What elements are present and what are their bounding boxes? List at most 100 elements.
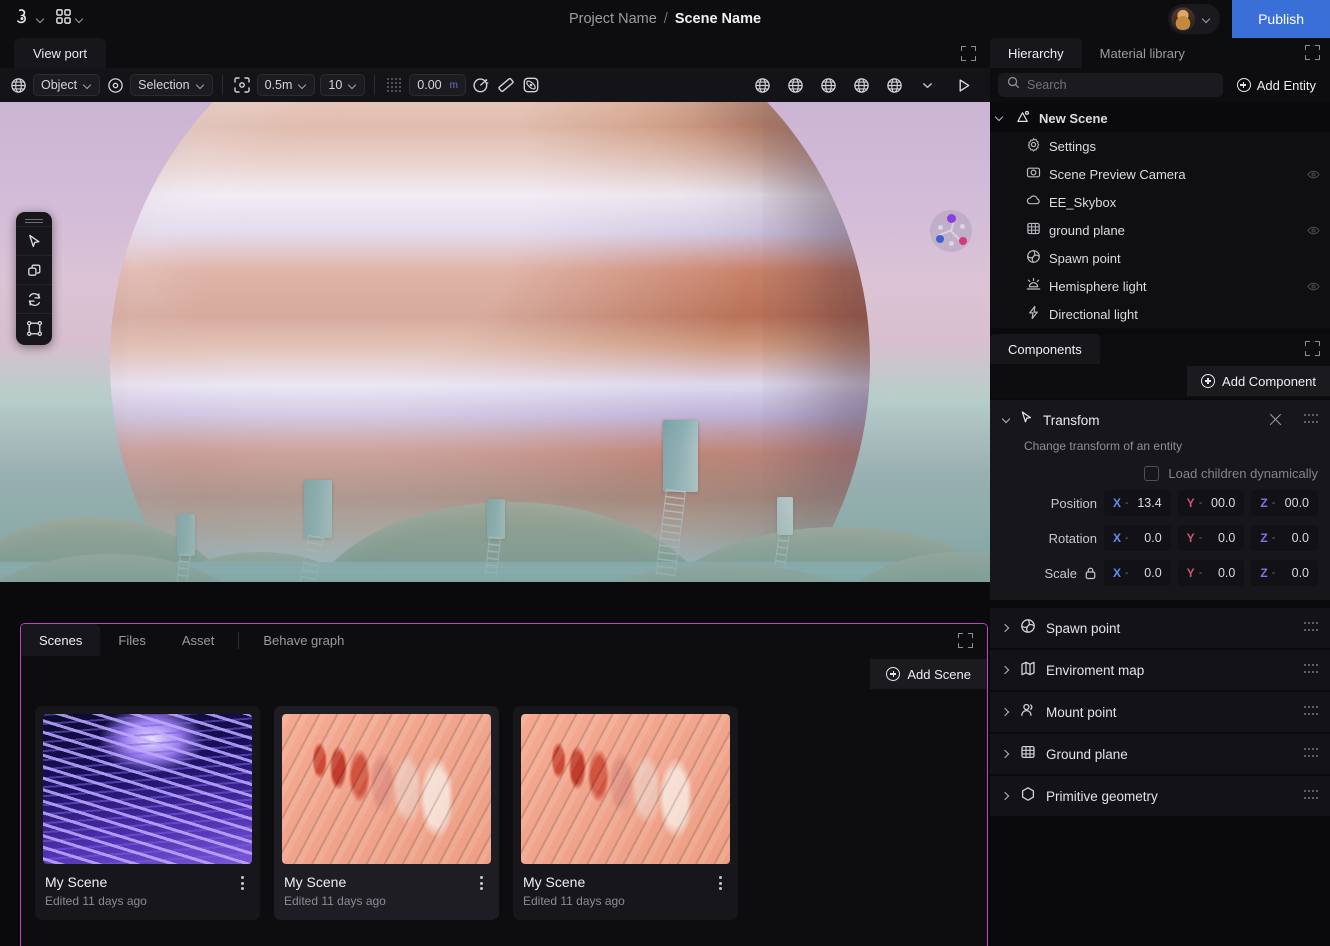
drag-handle-icon[interactable] <box>1304 664 1318 676</box>
scene-card[interactable]: My Scene Edited 11 days ago <box>35 706 260 920</box>
drag-handle-icon[interactable] <box>1304 414 1318 426</box>
tab-material-library[interactable]: Material library <box>1082 38 1203 68</box>
globe-icon[interactable] <box>851 75 871 95</box>
chevron-down-icon[interactable] <box>917 75 937 95</box>
snap-count-select[interactable]: 10 <box>320 74 366 96</box>
chevron-down-icon <box>995 114 1003 122</box>
axis-label: Y <box>1186 496 1195 510</box>
tab-behave-graph[interactable]: Behave graph <box>245 624 362 656</box>
drag-handle-icon[interactable] <box>1304 706 1318 718</box>
sidebar-item-spawn-point[interactable]: Spawn point <box>990 244 1330 272</box>
chevron-right-icon[interactable] <box>1002 624 1010 632</box>
globe-icon[interactable] <box>884 75 904 95</box>
scale-z-field[interactable]: Z - 0.0 <box>1251 560 1319 586</box>
expand-icon[interactable] <box>1305 45 1320 60</box>
add-component-button[interactable]: Add Component <box>1187 366 1330 396</box>
rotation-y-field[interactable]: Y - 0.0 <box>1177 525 1245 551</box>
pivot-select[interactable]: Selection <box>130 74 213 96</box>
chevron-right-icon[interactable] <box>1002 708 1010 716</box>
disclosure-toggle[interactable] <box>990 114 1008 122</box>
snap-size-select[interactable]: 0.5m <box>256 74 316 96</box>
scene-card[interactable]: My Scene Edited 11 days ago <box>513 706 738 920</box>
needle-logo-menu[interactable] <box>10 4 49 34</box>
focus-frame-icon[interactable] <box>232 75 252 95</box>
globe-icon[interactable] <box>8 75 28 95</box>
pie-slice-icon[interactable] <box>471 75 491 95</box>
chevron-right-icon[interactable] <box>1002 750 1010 758</box>
tab-viewport[interactable]: View port <box>14 38 106 68</box>
account-menu[interactable] <box>1168 4 1221 34</box>
grid-dots-icon[interactable] <box>384 75 404 95</box>
component-item-label: Enviroment map <box>1046 662 1145 678</box>
scene-card-menu-icon[interactable] <box>712 874 728 892</box>
hierarchy-root-new-scene[interactable]: New Scene <box>990 104 1330 132</box>
drag-handle-icon[interactable] <box>1304 622 1318 634</box>
physics-atom-icon[interactable] <box>521 75 541 95</box>
tab-files[interactable]: Files <box>100 624 163 656</box>
hierarchy-item-label: Spawn point <box>1049 250 1121 266</box>
target-icon[interactable] <box>105 75 125 95</box>
tab-asset[interactable]: Asset <box>164 624 233 656</box>
viewport-canvas[interactable] <box>0 102 990 582</box>
add-entity-button[interactable]: Add Entity <box>1231 78 1322 93</box>
tab-components[interactable]: Components <box>990 334 1100 364</box>
move-tool[interactable] <box>16 255 52 284</box>
grid-size-input[interactable]: 0.00 m <box>409 74 466 96</box>
expand-icon[interactable] <box>961 46 976 61</box>
publish-button[interactable]: Publish <box>1232 0 1330 38</box>
apps-menu[interactable] <box>51 5 88 33</box>
visibility-eye-icon[interactable] <box>1307 280 1320 293</box>
scene-card-menu-icon[interactable] <box>234 874 250 892</box>
search-box[interactable] <box>998 73 1223 97</box>
lock-icon[interactable] <box>1084 566 1097 580</box>
palette-drag-handle[interactable] <box>16 216 52 226</box>
tab-hierarchy[interactable]: Hierarchy <box>990 38 1082 68</box>
axis-gizmo-icon[interactable] <box>930 210 972 252</box>
component-item-primitive-geometry[interactable]: Primitive geometry <box>990 776 1330 816</box>
chevron-down-icon[interactable] <box>1002 416 1010 424</box>
scale-y-field[interactable]: Y - 0.0 <box>1177 560 1245 586</box>
rotate-tool[interactable] <box>16 284 52 313</box>
position-y-field[interactable]: Y - 00.0 <box>1177 490 1245 516</box>
drag-handle-icon[interactable] <box>1304 790 1318 802</box>
expand-icon[interactable] <box>1305 341 1320 356</box>
sidebar-item-directional-light[interactable]: Directional light <box>990 300 1330 328</box>
scale-x-field[interactable]: X - 0.0 <box>1104 560 1171 586</box>
close-icon[interactable] <box>1269 413 1283 427</box>
scene-card-menu-icon[interactable] <box>473 874 489 892</box>
ruler-icon[interactable] <box>496 75 516 95</box>
component-item-ground-plane[interactable]: Ground plane <box>990 734 1330 774</box>
visibility-eye-icon[interactable] <box>1307 224 1320 237</box>
tab-scenes[interactable]: Scenes <box>21 624 101 656</box>
component-item-enviroment-map[interactable]: Enviroment map <box>990 650 1330 690</box>
load-children-checkbox[interactable] <box>1144 466 1160 481</box>
sidebar-item-hemisphere-light[interactable]: Hemisphere light <box>990 272 1330 300</box>
add-scene-button[interactable]: Add Scene <box>870 659 987 689</box>
globe-icon[interactable] <box>785 75 805 95</box>
rotation-x-field[interactable]: X - 0.0 <box>1104 525 1171 551</box>
scale-tool[interactable] <box>16 313 52 342</box>
scene-card[interactable]: My Scene Edited 11 days ago <box>274 706 499 920</box>
position-x-field[interactable]: X - 13.4 <box>1104 490 1171 516</box>
expand-icon[interactable] <box>958 633 973 648</box>
chevron-right-icon[interactable] <box>1002 666 1010 674</box>
component-item-mount-point[interactable]: Mount point <box>990 692 1330 732</box>
bottom-panel-tabs: Scenes Files Asset Behave graph <box>21 624 987 656</box>
sidebar-item-ee-skybox[interactable]: EE_Skybox <box>990 188 1330 216</box>
sidebar-item-ground-plane[interactable]: ground plane <box>990 216 1330 244</box>
globe-icon[interactable] <box>818 75 838 95</box>
sidebar-item-scene-preview-camera[interactable]: Scene Preview Camera <box>990 160 1330 188</box>
position-z-field[interactable]: Z - 00.0 <box>1251 490 1319 516</box>
globe-icon[interactable] <box>752 75 772 95</box>
hierarchy-item-label: Scene Preview Camera <box>1049 166 1186 182</box>
chevron-right-icon[interactable] <box>1002 792 1010 800</box>
drag-handle-icon[interactable] <box>1304 748 1318 760</box>
select-tool[interactable] <box>16 226 52 255</box>
play-icon[interactable] <box>950 72 976 98</box>
transform-space-select[interactable]: Object <box>33 74 101 96</box>
sidebar-item-settings[interactable]: Settings <box>990 132 1330 160</box>
visibility-eye-icon[interactable] <box>1307 168 1320 181</box>
component-item-spawn-point[interactable]: Spawn point <box>990 608 1330 648</box>
rotation-z-field[interactable]: Z - 0.0 <box>1251 525 1319 551</box>
search-input[interactable] <box>1027 78 1214 92</box>
